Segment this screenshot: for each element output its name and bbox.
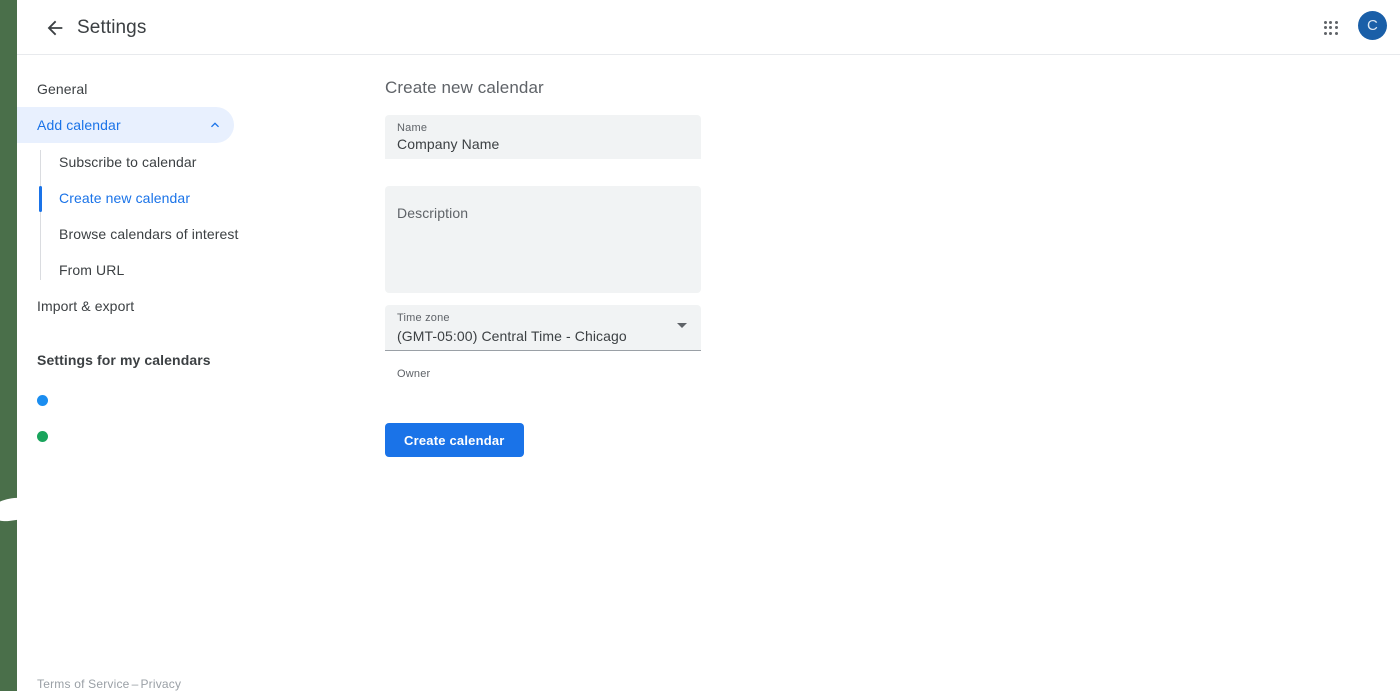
sidebar-item-label: Create new calendar [59,190,191,206]
back-button[interactable] [39,12,71,44]
description-field[interactable]: Description [385,186,701,293]
sidebar-item-create-new-calendar[interactable]: Create new calendar [59,183,190,213]
settings-sidebar: General Add calendar Subscribe to calend… [17,55,385,691]
chevron-up-icon [206,116,224,134]
main-content: Create new calendar Name Company Name De… [385,55,1400,691]
sidebar-item-label: From URL [59,262,125,278]
arrow-left-icon [47,20,63,36]
chevron-down-icon[interactable] [677,323,687,328]
top-app-bar: Settings C [17,0,1400,55]
calendar-color-dot [37,394,48,406]
name-field[interactable]: Name Company Name [385,115,701,159]
name-field-label: Name [397,122,428,134]
sidebar-item-label: Add calendar [37,117,121,133]
sidebar-item-label: Subscribe to calendar [59,154,197,170]
timezone-field-value: (GMT-05:00) Central Time - Chicago [397,328,627,344]
sidebar-item-from-url[interactable]: From URL [59,255,124,285]
footer-separator: – [131,677,139,691]
sidebar-item-add-calendar[interactable]: Add calendar [17,107,234,143]
description-field-placeholder: Description [397,205,469,221]
submenu-active-indicator [39,186,42,212]
owner-field-label: Owner [397,368,431,380]
privacy-link[interactable]: Privacy [140,677,181,691]
terms-of-service-link[interactable]: Terms of Service [37,677,130,691]
avatar[interactable]: C [1358,11,1387,40]
calendar-color-dot [37,430,48,442]
section-title: Create new calendar [385,78,544,97]
calendar-list-item[interactable] [37,385,62,415]
my-calendars-heading: Settings for my calendars [37,352,211,368]
sidebar-item-general[interactable]: General [17,71,217,107]
sidebar-item-import-export[interactable]: Import & export [17,288,217,324]
background-app-edge-strip [0,0,17,691]
name-field-value: Company Name [397,136,500,152]
settings-page: Settings C General Add calendar Subscrib… [0,0,1400,691]
sidebar-item-label: Browse calendars of interest [59,226,239,242]
sidebar-item-browse-calendars-of-interest[interactable]: Browse calendars of interest [59,219,238,249]
submenu-rail [40,150,41,280]
create-calendar-button[interactable]: Create calendar [385,423,524,457]
calendar-list-item[interactable] [37,421,62,451]
timezone-field-label: Time zone [397,312,450,324]
apps-grid-icon [1323,20,1339,36]
sidebar-item-subscribe-to-calendar[interactable]: Subscribe to calendar [59,147,197,177]
sidebar-item-label: General [37,81,88,97]
footer-links: Terms of Service – Privacy [37,677,181,691]
sidebar-item-label: Import & export [37,298,135,314]
page-title: Settings [77,17,147,38]
apps-launcher-button[interactable] [1315,12,1347,44]
timezone-select[interactable]: Time zone (GMT-05:00) Central Time - Chi… [385,305,701,351]
